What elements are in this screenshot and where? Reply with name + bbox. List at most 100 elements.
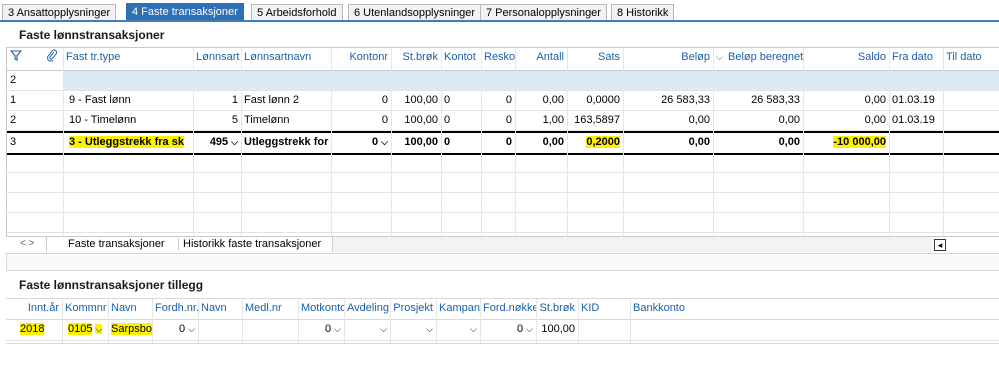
cell-bankkonto[interactable] — [630, 320, 730, 339]
table-row[interactable]: 1 9 - Fast lønn 1 Fast lønn 2 0 100,00 0… — [7, 91, 999, 111]
cell-innt-ar[interactable]: 2018 — [6, 320, 62, 339]
cell-kontonr[interactable]: 0 — [331, 91, 391, 110]
table-row[interactable]: 2 — [7, 71, 999, 91]
scroll-left-icon[interactable]: ◂ — [934, 239, 946, 251]
cell-fast-tr-type[interactable]: 3 - Utleggstrekk fra sk — [63, 133, 193, 152]
cell-navn[interactable]: Sarpsbor — [108, 320, 152, 339]
cell-st-brok-2[interactable]: 100,00 — [536, 320, 578, 339]
table-row[interactable]: 2 10 - Timelønn 5 Timelønn 0 100,00 0 0 … — [7, 111, 999, 131]
table-row[interactable] — [7, 173, 999, 193]
table-row[interactable] — [7, 213, 999, 233]
cell-saldo[interactable]: -10 000,00 — [803, 133, 889, 152]
col-innt-ar[interactable]: Innt.år — [6, 299, 62, 318]
col-prosjekt[interactable]: Prosjekt — [390, 299, 436, 318]
tab-scroll-arrows-icon[interactable]: < > — [20, 238, 34, 249]
col-sats[interactable]: Sats — [567, 48, 623, 67]
table-row[interactable]: 2018 0105 ⌵ Sarpsbor 0 ⌵ 0 ⌵ ⌵ ⌵ ⌵ 0 ⌵ 100,0… — [6, 320, 999, 341]
cell-st-brok[interactable]: 100,00 — [391, 133, 441, 152]
table-row[interactable]: 3 3 - Utleggstrekk fra sk 495 ⌵ Utleggstr… — [7, 131, 999, 155]
cell-belop[interactable]: 0,00 — [623, 111, 713, 130]
cell-st-brok[interactable]: 100,00 — [391, 91, 441, 110]
cell-st-brok[interactable]: 100,00 — [391, 111, 441, 130]
cell-antall[interactable]: 0,00 — [515, 133, 567, 152]
col-til-dato[interactable]: Til dato — [943, 48, 999, 67]
subtab-faste-transaksjoner[interactable]: Faste transaksjoner — [64, 238, 169, 250]
cell-fra-dato[interactable]: 01.03.19 — [889, 91, 943, 110]
cell-belop[interactable]: 26 583,33 — [623, 91, 713, 110]
col-motkonto[interactable]: Motkonto — [298, 299, 344, 318]
cell-kontot[interactable]: 0 — [441, 133, 481, 152]
cell-lonnsart[interactable]: 495 ⌵ — [193, 133, 241, 152]
cell-fra-dato[interactable] — [889, 133, 943, 152]
col-lonnsartnavn[interactable]: Lønnsartnavn — [241, 48, 331, 67]
filter-icon[interactable] — [7, 49, 29, 68]
cell-avdeling[interactable]: ⌵ — [344, 320, 390, 339]
col-fordh-nr[interactable]: Fordh.nr. — [152, 299, 198, 318]
chevron-down-icon[interactable]: ⌵ — [380, 324, 387, 334]
col-st-brok-2[interactable]: St.brøk — [536, 299, 578, 318]
tab-personalopplysninger[interactable]: 7 Personalopplysninger — [480, 4, 607, 21]
cell-fra-dato[interactable]: 01.03.19 — [889, 111, 943, 130]
col-kid[interactable]: KID — [578, 299, 630, 318]
cell-lonnsartnavn[interactable]: Utleggstrekk for — [241, 133, 331, 152]
cell-lonnsart[interactable]: 5 — [193, 111, 241, 130]
tab-historikk[interactable]: 8 Historikk — [611, 4, 675, 21]
tab-faste-transaksjoner[interactable]: 4 Faste transaksjoner — [126, 3, 244, 21]
cell-kontot[interactable]: 0 — [441, 111, 481, 130]
cell-lonnsartnavn[interactable]: Fast lønn 2 — [241, 91, 331, 110]
cell-kontonr[interactable]: 0 — [331, 111, 391, 130]
col-kontonr[interactable]: Kontonr — [331, 48, 391, 67]
chevron-down-icon[interactable]: ⌵ — [95, 324, 103, 334]
chevron-down-icon[interactable]: ⌵ — [231, 137, 238, 147]
cell-kontot[interactable]: 0 — [441, 91, 481, 110]
cell-lonnsart[interactable]: 1 — [193, 91, 241, 110]
col-lonnsart[interactable]: Lønnsart — [193, 48, 241, 67]
col-kontot[interactable]: Kontot — [441, 48, 481, 67]
col-kommnr[interactable]: Kommnr — [62, 299, 108, 318]
tab-arbeidsforhold[interactable]: 5 Arbeidsforhold — [251, 4, 343, 21]
cell-kid[interactable] — [578, 320, 630, 339]
cell-kontonr[interactable]: 0 ⌵ — [331, 133, 391, 152]
cell-saldo[interactable]: 0,00 — [803, 111, 889, 130]
chevron-down-icon[interactable]: ⌵ — [188, 324, 195, 334]
cell-sats[interactable]: 163,5897 — [567, 111, 623, 130]
cell-belop-beregnet[interactable]: 0,00 — [713, 111, 803, 130]
cell-fordh-nr[interactable]: 0 ⌵ — [152, 320, 198, 339]
cell-kommnr[interactable]: 0105 ⌵ — [62, 320, 108, 339]
cell-fast-tr-type[interactable]: 9 - Fast lønn — [63, 91, 193, 110]
col-belop-beregnet[interactable]: Beløp beregnet — [725, 48, 803, 67]
cell-sats[interactable]: 0,0000 — [567, 91, 623, 110]
col-fast-tr-type[interactable]: Fast tr.type — [63, 48, 193, 67]
col-navn[interactable]: Navn — [108, 299, 152, 318]
col-navn-2[interactable]: Navn — [198, 299, 242, 318]
cell-belop[interactable]: 0,00 — [623, 133, 713, 152]
col-antall[interactable]: Antall — [515, 48, 567, 67]
subtab-historikk[interactable]: Historikk faste transaksjoner — [178, 238, 325, 250]
cell-antall[interactable]: 1,00 — [515, 111, 567, 130]
col-belop[interactable]: Beløp — [623, 48, 713, 67]
chevron-down-icon[interactable]: ⌵ — [470, 324, 477, 334]
col-medl-nr[interactable]: Medl.nr — [242, 299, 298, 318]
horizontal-scrollbar-track[interactable] — [332, 237, 933, 252]
chevron-down-icon[interactable]: ⌵ — [334, 324, 341, 334]
cell-resko[interactable]: 0 — [481, 91, 515, 110]
cell-resko[interactable]: 0 — [481, 111, 515, 130]
cell-motkonto[interactable]: 0 ⌵ — [298, 320, 344, 339]
tab-ansattopplysninger[interactable]: 3 Ansattopplysninger — [2, 4, 117, 21]
cell-antall[interactable]: 0,00 — [515, 91, 567, 110]
col-kampanj[interactable]: Kampanj — [436, 299, 480, 318]
cell-sats[interactable]: 0,2000 — [567, 133, 623, 152]
cell-belop-beregnet[interactable]: 26 583,33 — [713, 91, 803, 110]
col-ford-nokkel[interactable]: Ford.nøkkel — [480, 299, 536, 318]
chevron-down-icon[interactable]: ⌵ — [426, 324, 433, 334]
col-saldo[interactable]: Saldo — [803, 48, 889, 67]
cell-belop-beregnet[interactable]: 0,00 — [713, 133, 803, 152]
cell-resko[interactable]: 0 — [481, 133, 515, 152]
cell-kampanj[interactable]: ⌵ — [436, 320, 480, 339]
cell-lonnsartnavn[interactable]: Timelønn — [241, 111, 331, 130]
table-row[interactable] — [7, 193, 999, 213]
col-bankkonto[interactable]: Bankkonto — [630, 299, 730, 318]
cell-saldo[interactable]: 0,00 — [803, 91, 889, 110]
col-fra-dato[interactable]: Fra dato — [889, 48, 943, 67]
cell-fast-tr-type[interactable]: 10 - Timelønn — [63, 111, 193, 130]
